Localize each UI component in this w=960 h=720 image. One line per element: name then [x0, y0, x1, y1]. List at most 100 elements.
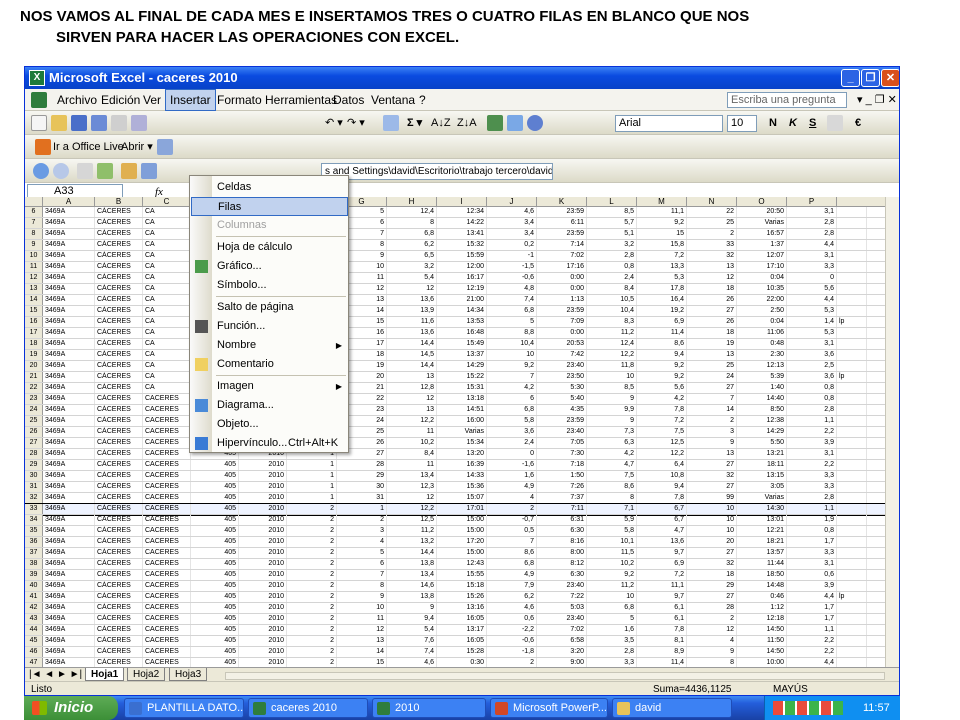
cell[interactable]: CACERES	[143, 427, 191, 437]
cell[interactable]: 12,2	[587, 350, 637, 360]
cell[interactable]: CÁCERES	[95, 262, 143, 272]
cell[interactable]: -1,6	[487, 460, 537, 470]
cell[interactable]: 16:05	[437, 614, 487, 624]
cell[interactable]: -1,8	[487, 647, 537, 657]
cell[interactable]: CÁCERES	[95, 240, 143, 250]
cell[interactable]: 32	[687, 559, 737, 569]
row-header[interactable]: 39	[25, 570, 43, 580]
cell[interactable]: 8,5	[587, 383, 637, 393]
cell[interactable]: 2,8	[787, 229, 837, 239]
cell[interactable]: 3,6	[787, 372, 837, 382]
cell[interactable]: 7:22	[537, 592, 587, 602]
cell[interactable]: 2010	[239, 581, 287, 591]
cell[interactable]: 8	[387, 218, 437, 228]
minimize-button[interactable]: _	[841, 69, 860, 87]
table-row[interactable]: 32 3469A CÁCERES CACERES 405 2010 1 31 12 15:07 4 7…	[25, 493, 885, 504]
column-header-P[interactable]: P	[787, 197, 837, 207]
cell[interactable]: -2,2	[487, 625, 537, 635]
cell[interactable]: 27	[687, 548, 737, 558]
row-header[interactable]: 9	[25, 240, 43, 250]
cell[interactable]: 5,3	[637, 273, 687, 283]
cell[interactable]: 13,8	[387, 592, 437, 602]
cell[interactable]: 9,9	[587, 405, 637, 415]
row-header[interactable]: 12	[25, 273, 43, 283]
cell[interactable]: 13	[387, 372, 437, 382]
cell[interactable]: 25	[687, 218, 737, 228]
row-header[interactable]: 11	[25, 262, 43, 272]
cell[interactable]: 8,3	[587, 317, 637, 327]
cell[interactable]: 18:50	[737, 570, 787, 580]
cell[interactable]: 33	[687, 240, 737, 250]
cell[interactable]: CA	[143, 251, 191, 261]
cell[interactable]: 0,8	[787, 394, 837, 404]
cell[interactable]: 2010	[239, 658, 287, 667]
cell[interactable]: 16:57	[737, 229, 787, 239]
cell[interactable]: CACERES	[143, 581, 191, 591]
cell[interactable]: 7	[687, 394, 737, 404]
cell[interactable]: 11:44	[737, 559, 787, 569]
cell[interactable]: CÁCERES	[95, 328, 143, 338]
cell[interactable]: 13,8	[387, 559, 437, 569]
row-header[interactable]: 36	[25, 537, 43, 547]
cell[interactable]: CA	[143, 339, 191, 349]
cell[interactable]: 10	[687, 526, 737, 536]
cell[interactable]: 14:48	[737, 581, 787, 591]
cell[interactable]: 23:40	[537, 427, 587, 437]
cell[interactable]: CACERES	[143, 625, 191, 635]
cell[interactable]: CÁCERES	[95, 284, 143, 294]
cell[interactable]: 3,3	[787, 471, 837, 481]
cell[interactable]	[837, 515, 867, 525]
cell[interactable]: CÁCERES	[95, 504, 143, 514]
refresh-icon[interactable]	[97, 163, 113, 179]
menu-item-objeto[interactable]: Objeto...	[191, 415, 348, 434]
cell[interactable]: 2010	[239, 537, 287, 547]
cell[interactable]: 2	[287, 625, 337, 635]
cell[interactable]: 12,4	[587, 339, 637, 349]
cell[interactable]: CACERES	[143, 504, 191, 514]
cell[interactable]: 3469A	[43, 361, 95, 371]
cell[interactable]: 5:30	[537, 383, 587, 393]
office-live-button[interactable]: Ir a Office Live	[53, 135, 124, 159]
cell[interactable]: 2,2	[787, 647, 837, 657]
cell[interactable]: 3469A	[43, 416, 95, 426]
cell[interactable]: 13:18	[437, 394, 487, 404]
cell[interactable]: 3469A	[43, 306, 95, 316]
cell[interactable]: 9,4	[637, 350, 687, 360]
cell[interactable]: 23:40	[537, 361, 587, 371]
row-header[interactable]: 21	[25, 372, 43, 382]
cell[interactable]	[837, 262, 867, 272]
cell[interactable]	[837, 383, 867, 393]
cell[interactable]	[837, 636, 867, 646]
cell[interactable]: CA	[143, 372, 191, 382]
cell[interactable]: 7:14	[537, 240, 587, 250]
cell[interactable]: 10,4	[587, 306, 637, 316]
cell[interactable]: 16:00	[437, 416, 487, 426]
cell[interactable]: 6:11	[537, 218, 587, 228]
cell[interactable]	[837, 570, 867, 580]
table-row[interactable]: 263469ACÁCERESCACERES405201012511Varias3…	[25, 427, 885, 438]
cell[interactable]: CÁCERES	[95, 460, 143, 470]
cell[interactable]: CACERES	[143, 493, 191, 503]
italic-button[interactable]: K	[789, 111, 797, 135]
cell[interactable]: CÁCERES	[95, 339, 143, 349]
cell[interactable]: 5:03	[537, 603, 587, 613]
cell[interactable]: CÁCERES	[95, 537, 143, 547]
cell[interactable]: 7,3	[587, 427, 637, 437]
cell[interactable]: 3469A	[43, 548, 95, 558]
cell[interactable]: 3469A	[43, 339, 95, 349]
cell[interactable]: 12:43	[437, 559, 487, 569]
cell[interactable]: 1,7	[787, 537, 837, 547]
row-header[interactable]: 37	[25, 548, 43, 558]
cell[interactable]: CACERES	[143, 449, 191, 459]
row-header[interactable]: 32	[25, 493, 43, 503]
cell[interactable]: 15	[637, 229, 687, 239]
cell[interactable]: -0,7	[487, 515, 537, 525]
cell[interactable]: 6,2	[487, 592, 537, 602]
cell[interactable]: 8:12	[537, 559, 587, 569]
cell[interactable]: 3469A	[43, 537, 95, 547]
cell[interactable]: 1,4	[787, 317, 837, 327]
cell[interactable]: 0	[787, 273, 837, 283]
cell[interactable]: 13:21	[737, 449, 787, 459]
cell[interactable]: 10,8	[637, 471, 687, 481]
cell[interactable]: 6,7	[637, 504, 687, 514]
